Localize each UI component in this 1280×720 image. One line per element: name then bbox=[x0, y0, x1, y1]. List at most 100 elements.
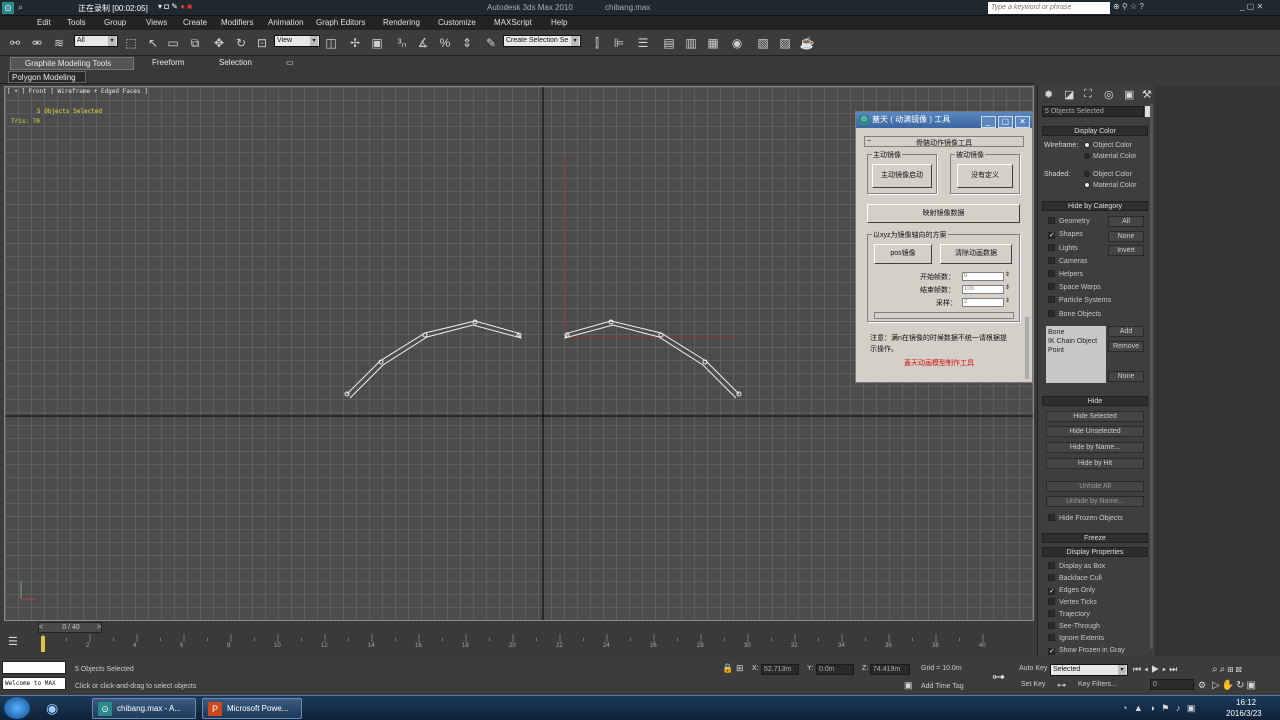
menu-create[interactable]: Create bbox=[183, 18, 207, 27]
sample-spin-arrows[interactable]: ⇕ bbox=[1005, 297, 1010, 304]
render-setup-icon[interactable]: ▧ bbox=[754, 34, 772, 52]
command-panel-scrollbar[interactable] bbox=[1150, 104, 1153, 649]
wireframe-object-color-radio[interactable]: Object Color bbox=[1084, 142, 1132, 149]
window-crossing-icon[interactable]: ⧉ bbox=[186, 34, 204, 52]
shaded-object-color-radio[interactable]: Object Color bbox=[1084, 171, 1132, 178]
rotate-icon[interactable]: ↻ bbox=[232, 34, 250, 52]
schematic-view-icon[interactable]: ▦ bbox=[704, 34, 722, 52]
viewport-navigation-icons[interactable]: ⌕⌕⊞⊠ bbox=[1212, 664, 1244, 675]
display-property-checkbox[interactable]: ✓ Edges Only bbox=[1048, 586, 1095, 595]
passive-mirror-undefined-button[interactable]: 没有定义 bbox=[957, 164, 1013, 188]
end-frame-spinner[interactable]: 100 bbox=[962, 285, 1004, 294]
sample-spinner[interactable]: 2 bbox=[962, 298, 1004, 307]
y-coordinate-field[interactable]: 0.0m bbox=[816, 664, 854, 675]
category-listbox[interactable]: Bone IK Chain Object Point bbox=[1046, 326, 1106, 383]
category-checkbox[interactable]: ✓ Shapes bbox=[1048, 230, 1083, 239]
help-search-input[interactable]: Type a keyword or phrase bbox=[988, 2, 1110, 14]
display-property-checkbox[interactable]: Backface Cull bbox=[1048, 574, 1102, 583]
material-editor-icon[interactable]: ◉ bbox=[728, 34, 746, 52]
set-keys-icon[interactable]: ⊶ bbox=[1057, 680, 1066, 691]
help-icons[interactable]: ⊕ ⚲ ☆ ? bbox=[1113, 2, 1144, 11]
tab-selection[interactable]: Selection bbox=[219, 58, 252, 67]
rectangular-selection-icon[interactable]: ▭ bbox=[164, 34, 182, 52]
reference-coordinate-dropdown[interactable]: View ▾ bbox=[274, 35, 320, 47]
spinner-snap-icon[interactable]: ⇕ bbox=[458, 34, 476, 52]
tab-graphite-modeling-tools[interactable]: Graphite Modeling Tools bbox=[10, 57, 134, 70]
add-time-tag[interactable]: Add Time Tag bbox=[921, 683, 964, 690]
list-item[interactable]: Bone bbox=[1048, 328, 1104, 337]
link-icon[interactable]: ⚯ bbox=[6, 34, 24, 52]
absolute-mode-icon[interactable]: ⊞ bbox=[736, 663, 744, 674]
menu-maxscript[interactable]: MAXScript bbox=[494, 18, 532, 27]
viewport-navigation-icons-2[interactable]: ▷✋↻▣ bbox=[1212, 680, 1258, 691]
menu-help[interactable]: Help bbox=[551, 18, 567, 27]
record-controls-icon[interactable]: ▾ ◘ ✎ ● ■ bbox=[158, 2, 192, 11]
minimize-button[interactable]: _ bbox=[980, 116, 996, 128]
hide-selected-button[interactable]: Hide Selected bbox=[1046, 411, 1144, 422]
hide-unselected-button[interactable]: Hide Unselected bbox=[1046, 426, 1144, 437]
clear-animation-button[interactable]: 清除动画数据 bbox=[940, 244, 1012, 264]
invert-button[interactable]: Invert bbox=[1108, 245, 1144, 256]
list-item[interactable]: IK Chain Object bbox=[1048, 337, 1104, 346]
taskbar-3dsmax[interactable]: ⊙ chibang.max - A... bbox=[92, 698, 196, 719]
selection-name-field[interactable]: 5 Objects Selected bbox=[1042, 106, 1144, 117]
snaps-toggle-icon[interactable]: ³ₙ bbox=[393, 34, 411, 52]
time-config-icon[interactable]: ⚙ bbox=[1198, 680, 1206, 691]
maximize-button[interactable]: ▢ bbox=[997, 116, 1013, 128]
menu-modifiers[interactable]: Modifiers bbox=[221, 18, 253, 27]
display-property-checkbox[interactable]: See-Through bbox=[1048, 622, 1100, 631]
z-coordinate-field[interactable]: 74.419m bbox=[870, 664, 910, 675]
move-icon[interactable]: ✥ bbox=[210, 34, 228, 52]
hide-by-name-button[interactable]: Hide by Name... bbox=[1046, 442, 1144, 453]
curve-editor-icon[interactable]: ▥ bbox=[682, 34, 700, 52]
taskbar-powerpoint[interactable]: P Microsoft Powe... bbox=[202, 698, 302, 719]
active-mirror-start-button[interactable]: 主动镜像启动 bbox=[872, 164, 932, 188]
category-checkbox[interactable]: Geometry bbox=[1048, 217, 1090, 226]
select-object-icon[interactable]: ⬚ bbox=[122, 34, 140, 52]
shaded-material-color-radio[interactable]: Material Color bbox=[1084, 182, 1137, 189]
unhide-all-button[interactable]: Unhide All bbox=[1046, 481, 1144, 492]
time-slider-next[interactable]: > bbox=[97, 624, 101, 631]
end-frame-spin-arrows[interactable]: ⇕ bbox=[1005, 284, 1010, 291]
tab-freeform[interactable]: Freeform bbox=[152, 58, 184, 67]
graphite-toggle-icon[interactable]: ▤ bbox=[660, 34, 678, 52]
time-slider[interactable]: < 0 / 40 > bbox=[38, 622, 102, 633]
all-button[interactable]: All bbox=[1108, 216, 1144, 227]
display-property-checkbox[interactable]: Trajectory bbox=[1048, 610, 1090, 619]
keyboard-shortcut-icon[interactable]: ▣ bbox=[368, 34, 386, 52]
wireframe-material-color-radio[interactable]: Material Color bbox=[1084, 153, 1137, 160]
hide-by-hit-button[interactable]: Hide by Hit bbox=[1046, 458, 1144, 469]
percent-snap-icon[interactable]: % bbox=[436, 34, 454, 52]
select-by-name-icon[interactable]: ↖ bbox=[144, 34, 162, 52]
display-property-checkbox[interactable]: ✓ Show Frozen in Gray bbox=[1048, 646, 1125, 655]
unhide-by-name-button[interactable]: Unhide by Name... bbox=[1046, 496, 1144, 507]
named-selection-dropdown[interactable]: Create Selection Se ▾ bbox=[503, 35, 581, 47]
edit-named-selection-icon[interactable]: ✎ bbox=[482, 34, 500, 52]
maxscript-listener-white[interactable]: Welcome to MAX bbox=[2, 677, 66, 690]
search-icon[interactable]: ⌕ bbox=[18, 2, 23, 13]
render-production-icon[interactable]: ☕ bbox=[798, 34, 816, 52]
hide-by-category-rollout[interactable]: Hide by Category bbox=[1042, 201, 1148, 211]
start-button[interactable] bbox=[4, 697, 30, 719]
display-property-checkbox[interactable]: Ignore Extents bbox=[1048, 634, 1104, 643]
map-mirror-data-button[interactable]: 映射镜像数据 bbox=[867, 204, 1020, 223]
menu-views[interactable]: Views bbox=[146, 18, 167, 27]
dialog-title-bar[interactable]: ⊙ 蓋天 ( 动满镜像 ) 工具 _ ▢ ✕ bbox=[856, 112, 1032, 128]
add-button[interactable]: Add bbox=[1108, 326, 1144, 337]
menu-animation[interactable]: Animation bbox=[268, 18, 304, 27]
category-checkbox[interactable]: Helpers bbox=[1048, 270, 1083, 279]
key-filters-button[interactable]: Key Filters... bbox=[1078, 681, 1117, 688]
app-logo-icon[interactable]: ⊙ bbox=[2, 2, 14, 14]
mini-curve-editor-icon[interactable]: ☰ bbox=[8, 635, 18, 648]
close-button[interactable]: ✕ bbox=[1015, 116, 1030, 128]
auto-key-button[interactable]: Auto Key bbox=[1019, 665, 1047, 672]
hide-frozen-checkbox[interactable]: Hide Frozen Objects bbox=[1048, 514, 1123, 523]
modify-tab-icon[interactable]: ◪ bbox=[1064, 88, 1074, 101]
display-property-checkbox[interactable]: Vertex Ticks bbox=[1048, 598, 1097, 607]
playback-controls-icon[interactable]: ⏮◂▶▸⏭ bbox=[1133, 664, 1180, 675]
align-icon[interactable]: ⊫ bbox=[610, 34, 628, 52]
dialog-scrollbar[interactable] bbox=[1025, 317, 1029, 379]
motion-tab-icon[interactable]: ◎ bbox=[1104, 88, 1114, 101]
selection-filter-dropdown[interactable]: All ▾ bbox=[74, 35, 118, 47]
menu-graph-editors[interactable]: Graph Editors bbox=[316, 18, 365, 27]
